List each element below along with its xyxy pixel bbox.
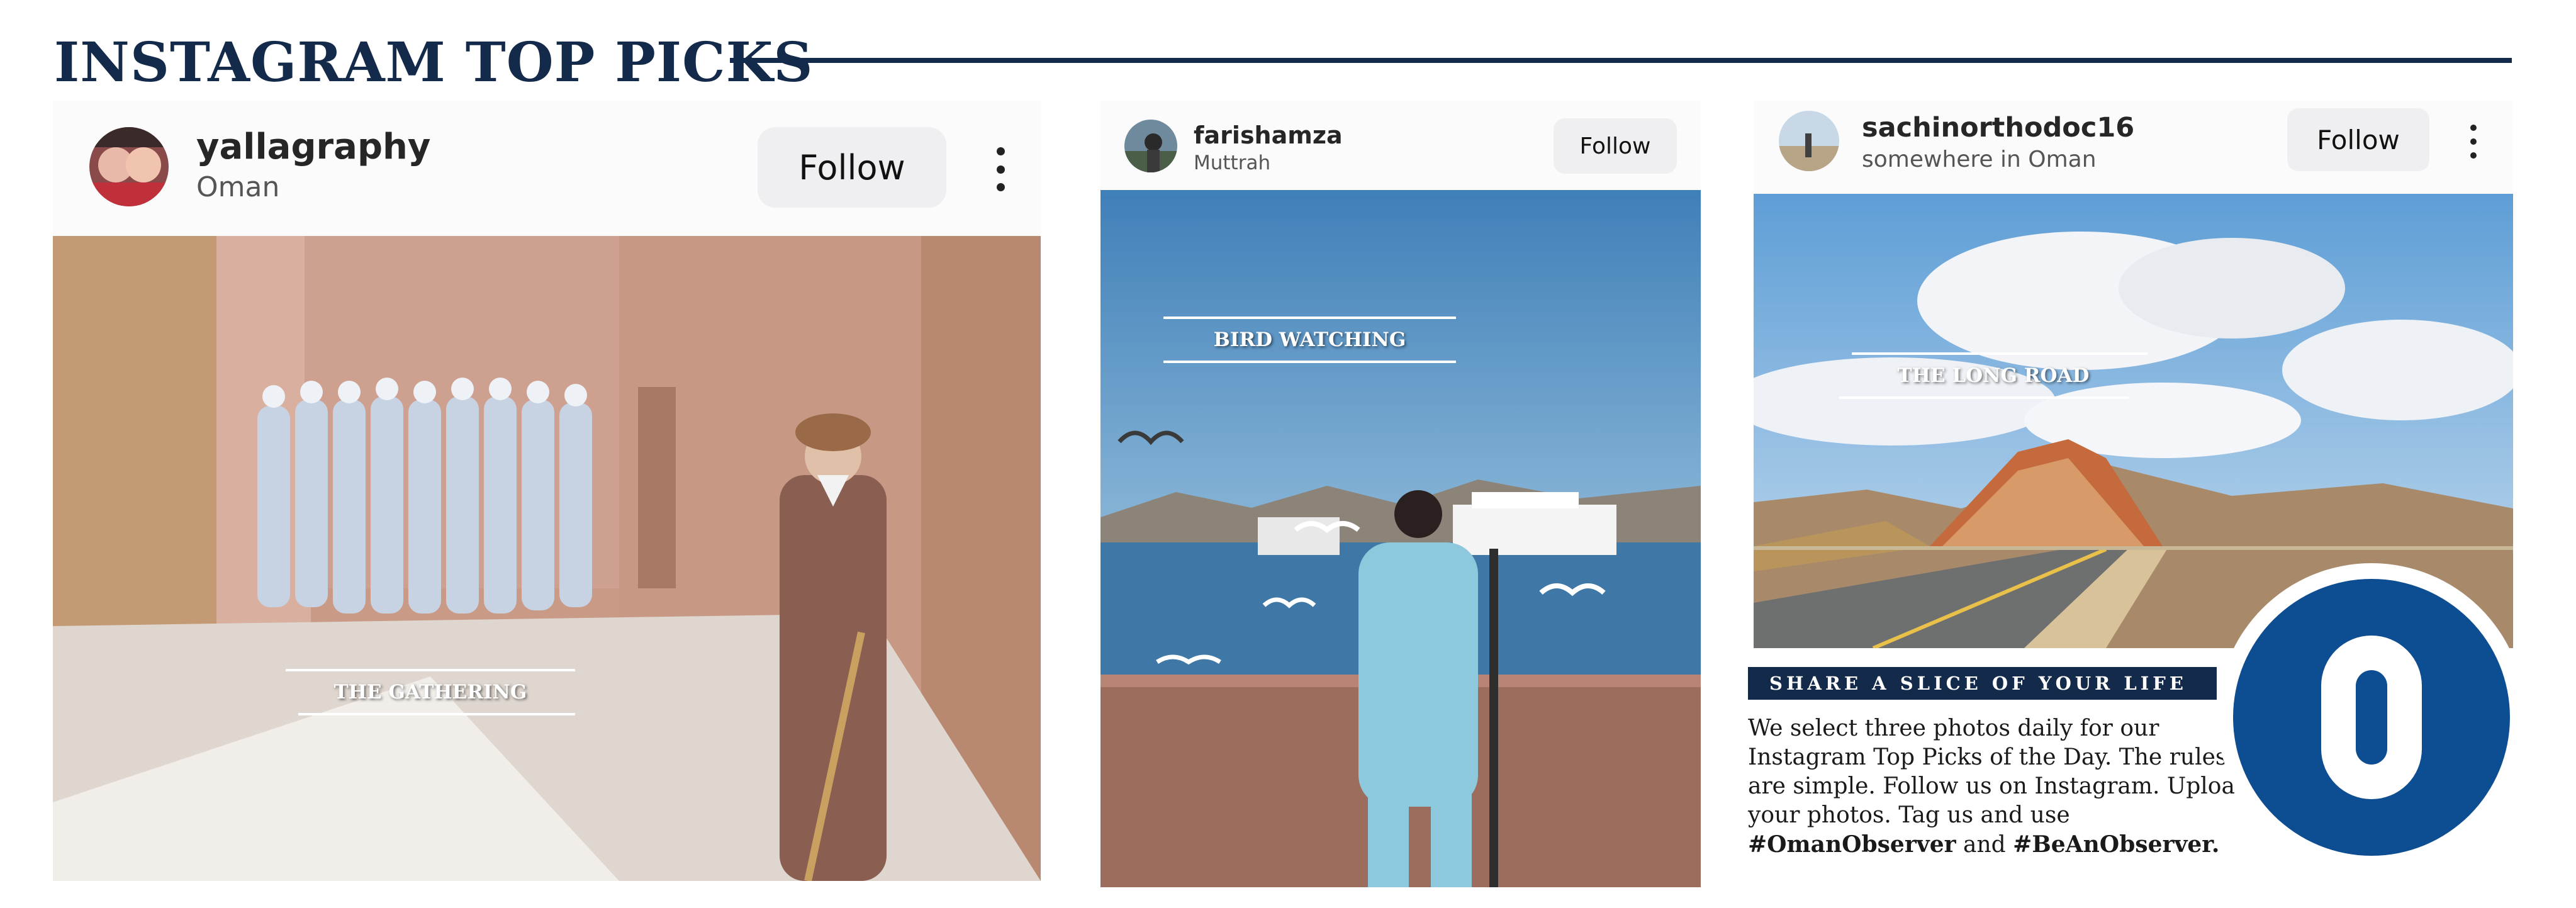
section-title: INSTAGRAM TOP PICKS: [54, 31, 814, 94]
promo-text: We select three photos daily for our Ins…: [1748, 714, 2251, 860]
location[interactable]: somewhere in Oman: [1862, 149, 2097, 171]
avatar[interactable]: [1779, 111, 1839, 171]
follow-button[interactable]: Follow: [758, 127, 946, 208]
username[interactable]: sachinorthodoc16: [1862, 115, 2134, 142]
post-card-2: farishamza Muttrah Follow BIRD WATCHING: [1100, 101, 1701, 887]
avatar[interactable]: [89, 127, 169, 206]
title-rule: [730, 58, 2512, 63]
caption-overlay: BIRD WATCHING: [1163, 317, 1456, 363]
post-photo: [53, 236, 1041, 881]
caption-text: THE LONG ROAD: [1897, 364, 2090, 387]
caption-text: THE GATHERING: [333, 681, 527, 703]
hashtag-beanobserver[interactable]: #BeAnObserver.: [2013, 831, 2219, 858]
promo-body: We select three photos daily for our Ins…: [1748, 715, 2249, 828]
caption-rule-bottom: [1163, 361, 1456, 363]
follow-button[interactable]: Follow: [1554, 118, 1677, 174]
follow-button[interactable]: Follow: [2287, 108, 2429, 171]
caption-text: BIRD WATCHING: [1213, 328, 1406, 351]
post-photo: [1100, 190, 1701, 887]
location[interactable]: Muttrah: [1194, 154, 1270, 173]
caption-rule-bottom: [1839, 396, 2129, 399]
kebab-menu-icon[interactable]: [2468, 125, 2478, 159]
location[interactable]: Oman: [196, 174, 279, 201]
kebab-menu-icon[interactable]: [994, 147, 1007, 191]
post-header: farishamza Muttrah Follow: [1100, 101, 1701, 190]
hashtag-omanobserver[interactable]: #OmanObserver: [1748, 831, 1956, 858]
caption-rule-bottom: [298, 713, 575, 715]
username[interactable]: farishamza: [1194, 123, 1343, 147]
post-card-1: yallagraphy Oman Follow THE GATHERING: [53, 101, 1041, 881]
caption-overlay: THE LONG ROAD: [1839, 352, 2148, 399]
post-header: yallagraphy Oman Follow: [53, 101, 1041, 236]
avatar[interactable]: [1124, 120, 1177, 172]
promo-and: and: [1956, 832, 2013, 858]
username[interactable]: yallagraphy: [196, 130, 430, 165]
observer-logo: [2217, 563, 2526, 872]
caption-overlay: THE GATHERING: [286, 669, 575, 715]
post-header: sachinorthodoc16 somewhere in Oman Follo…: [1754, 101, 2513, 194]
share-banner: SHARE A SLICE OF YOUR LIFE: [1748, 667, 2217, 700]
